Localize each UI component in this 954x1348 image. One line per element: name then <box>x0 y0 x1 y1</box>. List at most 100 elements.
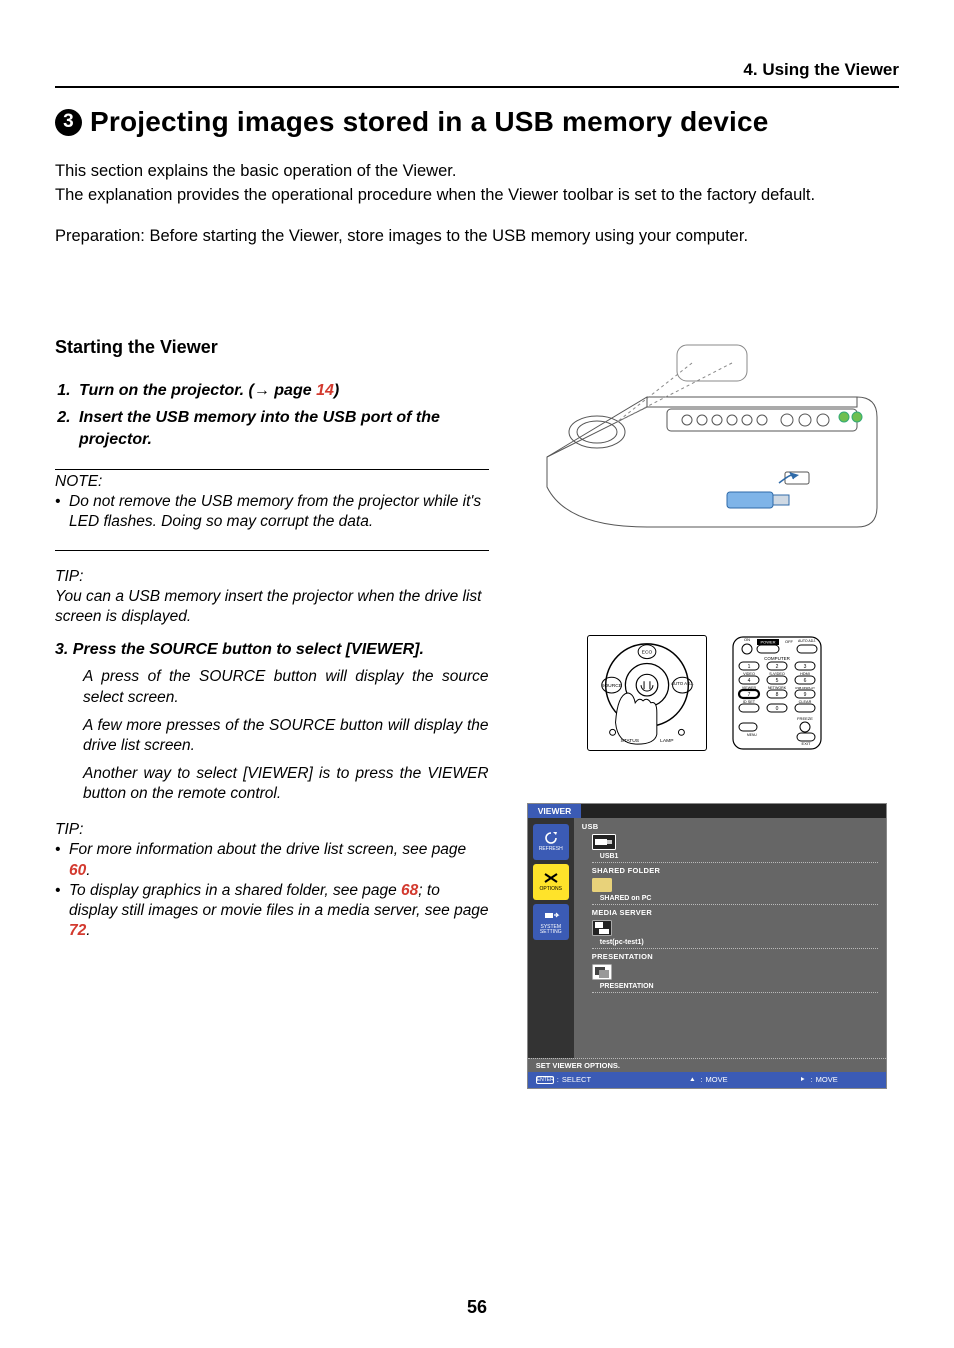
tip-block-2: TIP: •For more information about the dri… <box>55 820 489 941</box>
usb-drive-icon <box>592 834 616 850</box>
tip2-bullet-2: To display graphics in a shared folder, … <box>69 881 489 941</box>
viewer-item-media[interactable] <box>592 920 878 936</box>
section-number-badge: 3 <box>55 109 82 136</box>
svg-text:ON: ON <box>744 637 750 642</box>
folder-icon <box>592 878 612 892</box>
page-link-60[interactable]: 60 <box>69 862 86 879</box>
media-server-icon <box>592 920 612 936</box>
svg-text:STATUS: STATUS <box>620 738 639 744</box>
svg-text:2: 2 <box>775 664 778 670</box>
intro-paragraph-2: The explanation provides the operational… <box>55 184 899 206</box>
svg-text:SOURCE: SOURCE <box>601 683 623 689</box>
viewer-tabbar: VIEWER <box>528 804 886 818</box>
left-right-arrow-icon: ⯈ <box>798 1075 808 1085</box>
viewer-section-media: MEDIA SERVER <box>592 908 878 917</box>
page-number: 56 <box>0 1297 954 1318</box>
presentation-icon <box>592 964 612 980</box>
intro-preparation: Preparation: Before starting the Viewer,… <box>55 225 899 247</box>
tip1-text: You can a USB memory insert the projecto… <box>55 587 489 627</box>
section-heading: 3 Projecting images stored in a USB memo… <box>55 106 899 138</box>
svg-text:OFF: OFF <box>785 639 794 644</box>
viewer-media-label: test(pc-test1) <box>600 939 878 946</box>
guide-select: SELECT <box>562 1075 591 1084</box>
tip2-label: TIP: <box>55 820 489 840</box>
svg-text:MENU: MENU <box>747 733 757 737</box>
svg-text:6: 6 <box>803 678 806 684</box>
svg-text:VIDEO: VIDEO <box>743 672 755 676</box>
svg-text:POWER: POWER <box>760 639 775 644</box>
figure-controls-row: SOURCE ECO AUTO ADJ. STATUS LAMP ON <box>515 635 899 751</box>
figure-control-panel: SOURCE ECO AUTO ADJ. STATUS LAMP <box>587 635 707 751</box>
svg-text:8: 8 <box>775 692 778 698</box>
up-down-arrow-icon: ⯅ <box>687 1075 697 1085</box>
svg-text:EXIT: EXIT <box>801 741 810 746</box>
svg-text:USB DISPLAY: USB DISPLAY <box>795 686 815 690</box>
enter-key-icon: ENTER <box>536 1076 554 1084</box>
page-link-72[interactable]: 72 <box>69 922 86 939</box>
svg-text:ID SET: ID SET <box>743 700 756 704</box>
viewer-usb1-label: USB1 <box>600 853 878 860</box>
step-1-text-b: page <box>270 382 316 399</box>
svg-text:S-VIDEO: S-VIDEO <box>769 672 785 676</box>
svg-text:LAMP: LAMP <box>660 738 674 744</box>
viewer-footer-help: SET VIEWER OPTIONS. <box>528 1058 886 1072</box>
svg-text:ECO: ECO <box>641 649 652 655</box>
subheading-starting-viewer: Starting the Viewer <box>55 337 489 358</box>
figure-viewer-screenshot: VIEWER REFRESH OPTIONS <box>527 803 887 1089</box>
svg-text:0: 0 <box>775 706 778 712</box>
guide-move-2: MOVE <box>816 1075 838 1084</box>
guide-move-1: MOVE <box>705 1075 727 1084</box>
svg-text:9: 9 <box>803 692 806 698</box>
viewer-item-usb1[interactable] <box>592 834 878 850</box>
viewer-item-shared[interactable] <box>592 878 878 892</box>
viewer-item-presentation[interactable] <box>592 964 878 980</box>
note-top-rule <box>55 469 489 470</box>
sidebar-options-button[interactable]: OPTIONS <box>533 864 569 900</box>
svg-text:NETWORK: NETWORK <box>768 686 787 690</box>
viewer-section-presentation: PRESENTATION <box>592 952 878 961</box>
step-1-text-c: ) <box>334 382 339 399</box>
viewer-section-shared: SHARED FOLDER <box>592 866 878 875</box>
step-2: Insert the USB memory into the USB port … <box>75 407 489 450</box>
page-link-14[interactable]: 14 <box>316 382 334 399</box>
svg-text:4: 4 <box>747 678 750 684</box>
viewer-tab[interactable]: VIEWER <box>528 804 582 818</box>
tip-block-1: TIP: You can a USB memory insert the pro… <box>55 567 489 627</box>
step-1: Turn on the projector. (→ page 14) <box>75 380 489 402</box>
viewer-section-usb: USB <box>582 822 878 831</box>
tip-label: TIP: <box>55 567 489 587</box>
note-block: NOTE: •Do not remove the USB memory from… <box>55 472 489 532</box>
header-rule <box>55 86 899 88</box>
svg-text:3: 3 <box>803 664 806 670</box>
viewer-main: USB USB1 SHARED FOLDER SHARED on PC <box>574 818 886 1058</box>
section-title-text: Projecting images stored in a USB memory… <box>90 106 769 138</box>
svg-text:CLEAR: CLEAR <box>798 700 811 704</box>
viewer-sidebar: REFRESH OPTIONS SYSTEM SETTING <box>528 818 574 1058</box>
step-1-text-a: Turn on the projector. ( <box>79 382 254 399</box>
svg-text:HDMI: HDMI <box>800 672 810 676</box>
steps-list: Turn on the projector. (→ page 14) Inser… <box>75 380 489 451</box>
sidebar-systemsetting-button[interactable]: SYSTEM SETTING <box>533 904 569 940</box>
intro-paragraph-1: This section explains the basic operatio… <box>55 160 899 182</box>
svg-text:5: 5 <box>775 678 778 684</box>
note-label: NOTE: <box>55 472 489 492</box>
viewer-guidebar: ENTER : SELECT ⯅ : MOVE ⯈ : MOVE <box>528 1072 886 1088</box>
page-link-68[interactable]: 68 <box>401 882 418 899</box>
svg-text:COMPUTER: COMPUTER <box>764 656 791 661</box>
tip2-bullet-1: For more information about the drive lis… <box>69 840 489 880</box>
note-bottom-rule <box>55 550 489 551</box>
viewer-presentation-label: PRESENTATION <box>600 983 878 990</box>
svg-text:AUTO ADJ.: AUTO ADJ. <box>798 639 816 643</box>
svg-text:FREEZE: FREEZE <box>797 716 813 721</box>
step-3-para-3: Another way to select [VIEWER] is to pre… <box>83 764 489 804</box>
note-bullet-1: Do not remove the USB memory from the pr… <box>69 492 489 532</box>
step-3-para-2: A few more presses of the SOURCE button … <box>83 716 489 756</box>
figure-projector-usb <box>527 337 887 583</box>
svg-text:7: 7 <box>747 692 750 698</box>
step-3-title: 3. Press the SOURCE button to select [VI… <box>55 641 489 659</box>
figure-remote: ON POWER OFF AUTO ADJ. COMPUTER 1 2 3 <box>727 635 827 751</box>
svg-text:1: 1 <box>747 664 750 670</box>
step-3-para-1: A press of the SOURCE button will displa… <box>83 667 489 707</box>
chapter-label: 4. Using the Viewer <box>55 60 899 80</box>
sidebar-refresh-button[interactable]: REFRESH <box>533 824 569 860</box>
